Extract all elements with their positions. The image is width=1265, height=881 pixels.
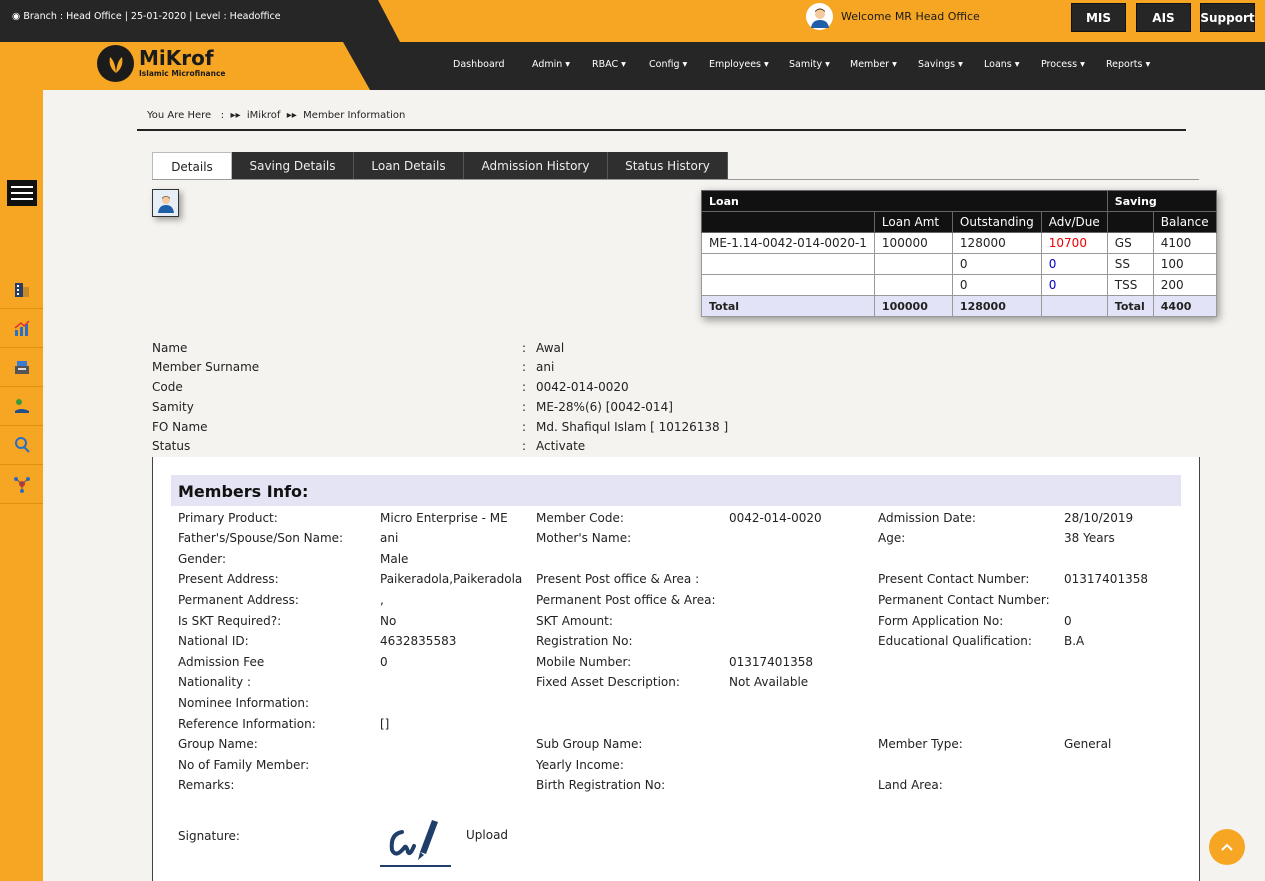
loan-code[interactable]: ME-1.14-0042-014-0020-1	[701, 232, 875, 254]
table-subheader-row: Loan Amt Outstanding Adv/Due Balance	[701, 211, 1217, 233]
tab-status-history[interactable]: Status History	[608, 152, 728, 179]
nav-config[interactable]: Config ▾	[649, 59, 687, 70]
members-info-panel	[152, 457, 1200, 881]
tab-details[interactable]: Details	[152, 152, 232, 180]
breadcrumb-divider	[137, 129, 1186, 131]
members-info-title: Members Info:	[178, 482, 309, 501]
session-info-text: Branch : Head Office | 25-01-2020 | Leve…	[23, 11, 281, 22]
network-icon[interactable]	[0, 465, 43, 504]
welcome-user[interactable]: Welcome MR Head Office	[806, 3, 980, 30]
breadcrumb-current: Member Information	[303, 110, 406, 121]
member-photo[interactable]	[152, 189, 179, 217]
col-outstanding: Outstanding	[951, 211, 1042, 233]
nav-member[interactable]: Member ▾	[850, 59, 897, 70]
ais-button[interactable]: AIS	[1136, 3, 1191, 32]
nav-reports[interactable]: Reports ▾	[1106, 59, 1150, 70]
mis-button[interactable]: MIS	[1071, 3, 1126, 32]
members-info-header	[171, 475, 1181, 506]
building-icon[interactable]	[0, 270, 43, 309]
nav-savings[interactable]: Savings ▾	[918, 59, 963, 70]
nav-admin[interactable]: Admin ▾	[532, 59, 570, 70]
admission-date-value: 28/10/2019	[1064, 511, 1134, 525]
loan-saving-table: Loan Saving Loan Amt Outstanding Adv/Due…	[701, 190, 1217, 317]
nav-employees[interactable]: Employees ▾	[709, 59, 769, 70]
member-tabs: Details Saving Details Loan Details Admi…	[152, 152, 728, 180]
nav-samity[interactable]: Samity ▾	[789, 59, 830, 70]
breadcrumb-label: You Are Here	[147, 110, 212, 121]
tab-saving-details[interactable]: Saving Details	[232, 152, 354, 179]
logo-icon[interactable]	[97, 45, 134, 82]
hamburger-icon[interactable]	[7, 180, 37, 206]
nav-dashboard[interactable]: Dashboard	[453, 59, 505, 70]
col-balance: Balance	[1152, 211, 1217, 233]
member-code-value: 0042-014-0020	[729, 511, 822, 525]
tab-loan-details[interactable]: Loan Details	[354, 152, 464, 179]
table-header-row: Loan Saving	[701, 190, 1217, 212]
welcome-text: Welcome MR Head Office	[841, 10, 980, 23]
logo-name: MiKrof	[139, 46, 214, 70]
scroll-top-button[interactable]	[1209, 829, 1245, 865]
upload-signature-link[interactable]: Upload	[466, 828, 508, 842]
col-adv-due: Adv/Due	[1040, 211, 1108, 233]
table-row: 0 0 TSS 200	[701, 274, 1217, 296]
user-avatar-icon	[806, 3, 833, 30]
chevron-up-icon	[1221, 843, 1233, 851]
breadcrumb: You Are Here : ▸▸ iMikrof ▸▸ Member Info…	[147, 110, 406, 121]
nav-loans[interactable]: Loans ▾	[984, 59, 1020, 70]
logo-tagline: Islamic Microfinance	[139, 69, 226, 78]
support-button[interactable]: Support	[1200, 3, 1255, 32]
chart-icon[interactable]	[0, 309, 43, 348]
hand-money-icon[interactable]	[0, 387, 43, 426]
col-loan-amt: Loan Amt	[873, 211, 953, 233]
tab-admission-history[interactable]: Admission History	[464, 152, 608, 179]
tabs-divider	[152, 179, 1199, 180]
session-info: ◉ Branch : Head Office | 25-01-2020 | Le…	[12, 11, 281, 22]
due-amount: 10700	[1040, 232, 1108, 254]
table-row: ME-1.14-0042-014-0020-1 100000 128000 10…	[701, 232, 1217, 254]
primary-product-value: Micro Enterprise - ME	[380, 511, 508, 525]
table-row: 0 0 SS 100	[701, 253, 1217, 275]
double-chevron-icon: ▸▸	[286, 110, 297, 121]
cash-register-icon[interactable]	[0, 348, 43, 387]
double-chevron-icon: ▸▸	[230, 110, 241, 121]
nav-process[interactable]: Process ▾	[1041, 59, 1085, 70]
search-person-icon[interactable]	[0, 426, 43, 465]
table-total-row: Total 100000 128000 Total 4400	[701, 295, 1217, 317]
globe-icon: ◉	[12, 11, 21, 22]
loan-header: Loan	[701, 190, 1108, 212]
breadcrumb-home[interactable]: iMikrof	[247, 110, 281, 121]
nav-rbac[interactable]: RBAC ▾	[592, 59, 626, 70]
saving-header: Saving	[1106, 190, 1217, 212]
signature-icon[interactable]	[380, 812, 452, 868]
logo-text[interactable]: MiKrof Islamic Microfinance	[139, 47, 226, 78]
